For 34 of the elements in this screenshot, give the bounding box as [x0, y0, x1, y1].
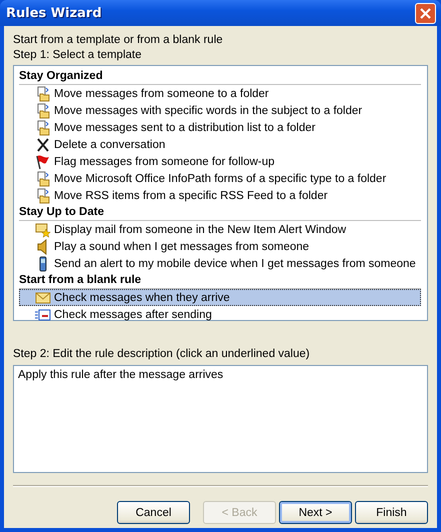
template-item[interactable]: Display mail from someone in the New Item Alert Window: [19, 221, 421, 238]
template-item[interactable]: Move messages from someone to a folder: [19, 85, 421, 102]
close-icon: [419, 6, 432, 20]
rule-description-box[interactable]: Apply this rule after the message arrives: [13, 365, 428, 473]
step-label: Step 1: Select a template: [13, 48, 142, 63]
template-item[interactable]: Move RSS items from a specific RSS Feed to a folder: [19, 187, 421, 204]
template-item[interactable]: Check messages after sending: [19, 306, 421, 323]
template-item[interactable]: Check messages when they arrive: [19, 289, 421, 306]
template-item[interactable]: Move messages sent to a distribution list to a folder: [19, 119, 421, 136]
template-item[interactable]: Move messages with specific words in the subject to a folder: [19, 102, 421, 119]
x-icon: [35, 136, 51, 152]
window-title: Rules Wizard: [6, 6, 102, 20]
group-header: Stay Organized: [19, 68, 421, 85]
template-item[interactable]: Play a sound when I get messages from someone: [19, 238, 421, 255]
wizard-button[interactable]: Cancel: [117, 501, 190, 524]
rule-description-text: Apply this rule after the message arrives: [18, 369, 224, 381]
envelope-star-icon: [35, 222, 51, 238]
folder-document-icon: [35, 170, 51, 186]
template-item[interactable]: Delete a conversation: [19, 136, 421, 153]
step-label: Step 2: Edit the rule description (click an underlined value): [13, 347, 310, 362]
close-button[interactable]: [415, 2, 436, 24]
folder-document-icon: [35, 120, 51, 136]
envelope-icon: [35, 290, 51, 306]
folder-document-icon: [35, 188, 51, 204]
wizard-button[interactable]: Finish: [355, 501, 428, 524]
flag-icon: [35, 154, 51, 170]
template-item[interactable]: Move Microsoft Office InfoPath forms of a specific type to a folder: [19, 170, 421, 187]
wizard-button[interactable]: Next >: [279, 501, 352, 524]
folder-document-icon: [35, 86, 51, 102]
template-item[interactable]: Flag messages from someone for follow-up: [19, 153, 421, 170]
template-item[interactable]: Send an alert to my mobile device when I get messages from someone: [19, 255, 421, 272]
intro-text: Start from a template or from a blank rule: [13, 33, 223, 48]
group-header: Stay Up to Date: [19, 204, 421, 221]
folder-document-icon: [35, 102, 51, 118]
